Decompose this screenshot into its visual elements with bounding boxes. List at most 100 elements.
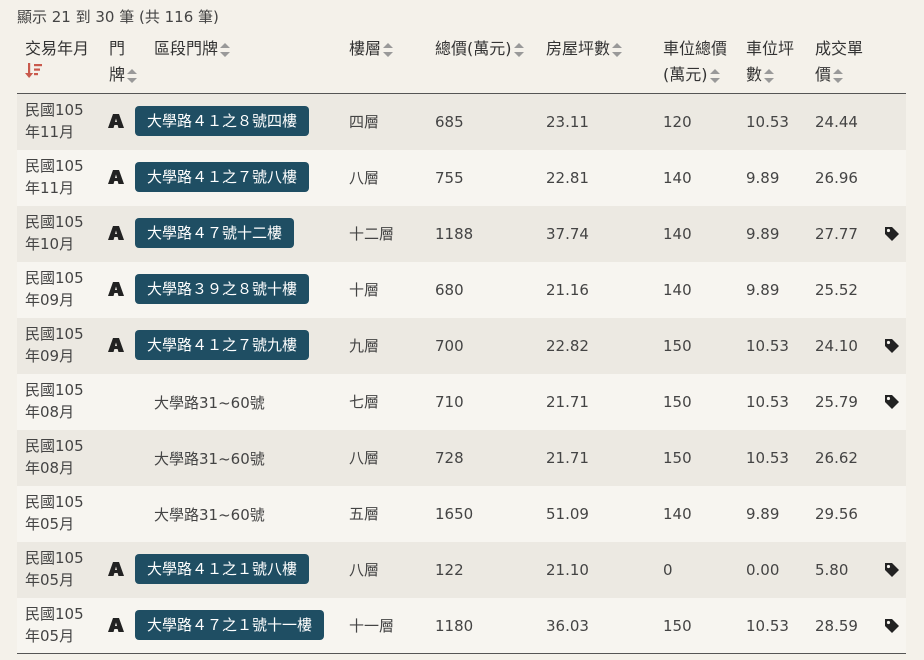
address-badge[interactable]: 大學路４１之７號八樓: [135, 162, 310, 192]
building-icon[interactable]: [108, 562, 124, 576]
area-cell: 21.71: [546, 449, 589, 467]
area-cell: 51.09: [546, 505, 589, 523]
table-row[interactable]: 民國105 年08月 大學路31~60號 七層 710 21.71 150 10.…: [17, 374, 906, 430]
table-row[interactable]: 民國105 年05月 大學路４７之１號十一樓 十一層 1180 36.03 150…: [17, 598, 906, 654]
unit-price-cell: 27.77: [815, 225, 858, 243]
sort-icon[interactable]: [612, 42, 623, 58]
area-cell: 22.81: [546, 169, 589, 187]
parking-area-cell: 9.89: [746, 281, 780, 299]
table-row[interactable]: 民國105 年09月 大學路４１之７號九樓 九層 700 22.82 150 10…: [17, 318, 906, 374]
col-header-area[interactable]: 房屋坪數: [546, 36, 623, 62]
address-badge[interactable]: 大學路４７號十二樓: [135, 218, 295, 248]
area-cell: 22.82: [546, 337, 589, 355]
trade-date: 民國105 年08月: [25, 437, 84, 477]
floor-cell: 七層: [349, 393, 380, 411]
sort-icon[interactable]: [383, 42, 394, 58]
col-header-parking-area[interactable]: 車位坪 數: [746, 36, 794, 88]
address-badge[interactable]: 大學路４７之１號十一樓: [135, 610, 325, 640]
transactions-table: 交易年月 門 牌 區段門牌 樓層 總價(萬元) 房屋坪數 車位總價 (萬元) 車…: [17, 31, 906, 654]
floor-cell: 八層: [349, 561, 380, 579]
address-text: 大學路31~60號: [154, 450, 265, 468]
address-badge[interactable]: 大學路４１之１號八樓: [135, 554, 310, 584]
table-row[interactable]: 民國105 年10月 大學路４７號十二樓 十二層 1188 37.74 140 9…: [17, 206, 906, 262]
trade-date: 民國105 年09月: [25, 325, 84, 365]
building-icon[interactable]: [108, 226, 124, 240]
col-header-total-price[interactable]: 總價(萬元): [435, 36, 524, 62]
address-badge[interactable]: 大學路４１之８號四樓: [135, 106, 310, 136]
table-body: 民國105 年11月 大學路４１之８號四樓 四層 685 23.11 120 10…: [17, 94, 906, 654]
area-cell: 21.71: [546, 393, 589, 411]
unit-price-cell: 26.96: [815, 169, 858, 187]
parking-area-cell: 9.89: [746, 505, 780, 523]
table-row[interactable]: 民國105 年05月 大學路31~60號 五層 1650 51.09 140 9.…: [17, 486, 906, 542]
parking-area-cell: 0.00: [746, 561, 780, 579]
building-icon[interactable]: [108, 282, 124, 296]
floor-cell: 八層: [349, 449, 380, 467]
trade-date: 民國105 年11月: [25, 101, 84, 141]
address-badge[interactable]: 大學路３９之８號十樓: [135, 274, 310, 304]
total-price-cell: 755: [435, 169, 464, 187]
parking-total-cell: 140: [663, 505, 692, 523]
sort-icon[interactable]: [709, 68, 720, 84]
unit-price-cell: 25.79: [815, 393, 858, 411]
trade-date: 民國105 年05月: [25, 605, 84, 645]
total-price-cell: 710: [435, 393, 464, 411]
building-icon[interactable]: [108, 338, 124, 352]
building-icon[interactable]: [108, 618, 124, 632]
parking-area-cell: 10.53: [746, 449, 789, 467]
tag-icon[interactable]: [884, 562, 900, 578]
table-row[interactable]: 民國105 年08月 大學路31~60號 八層 728 21.71 150 10.…: [17, 430, 906, 486]
sort-icon[interactable]: [127, 68, 138, 84]
unit-price-cell: 28.59: [815, 617, 858, 635]
table-row[interactable]: 民國105 年11月 大學路４１之８號四樓 四層 685 23.11 120 10…: [17, 94, 906, 150]
total-price-cell: 728: [435, 449, 464, 467]
floor-cell: 十一層: [349, 617, 395, 635]
trade-date: 民國105 年05月: [25, 493, 84, 533]
parking-area-cell: 9.89: [746, 225, 780, 243]
tag-icon[interactable]: [884, 618, 900, 634]
parking-area-cell: 10.53: [746, 113, 789, 131]
parking-area-cell: 10.53: [746, 393, 789, 411]
floor-cell: 五層: [349, 505, 380, 523]
unit-price-cell: 29.56: [815, 505, 858, 523]
tag-icon[interactable]: [884, 394, 900, 410]
col-header-address[interactable]: 區段門牌: [154, 36, 231, 62]
col-header-date[interactable]: 交易年月: [25, 36, 89, 85]
sort-desc-active-icon[interactable]: [25, 62, 89, 85]
table-row[interactable]: 民國105 年11月 大學路４１之７號八樓 八層 755 22.81 140 9.…: [17, 150, 906, 206]
sort-icon[interactable]: [764, 68, 775, 84]
parking-total-cell: 150: [663, 393, 692, 411]
sort-icon[interactable]: [513, 42, 524, 58]
parking-total-cell: 140: [663, 169, 692, 187]
area-cell: 36.03: [546, 617, 589, 635]
sort-icon[interactable]: [833, 68, 844, 84]
building-icon[interactable]: [108, 170, 124, 184]
building-icon[interactable]: [108, 114, 124, 128]
sort-icon[interactable]: [220, 42, 231, 58]
tag-icon[interactable]: [884, 338, 900, 354]
col-header-unit-price[interactable]: 成交單 價: [815, 36, 863, 88]
tag-icon[interactable]: [884, 226, 900, 242]
parking-total-cell: 150: [663, 617, 692, 635]
trade-date: 民國105 年08月: [25, 381, 84, 421]
parking-area-cell: 10.53: [746, 337, 789, 355]
trade-date: 民國105 年10月: [25, 213, 84, 253]
floor-cell: 九層: [349, 337, 380, 355]
address-badge[interactable]: 大學路４１之７號九樓: [135, 330, 310, 360]
floor-cell: 十層: [349, 281, 380, 299]
total-price-cell: 1650: [435, 505, 474, 523]
col-header-parking-total[interactable]: 車位總價 (萬元): [663, 36, 727, 88]
col-header-floor[interactable]: 樓層: [349, 36, 394, 62]
parking-total-cell: 140: [663, 281, 692, 299]
unit-price-cell: 24.44: [815, 113, 858, 131]
table-bottom-border: [17, 653, 906, 654]
table-row[interactable]: 民國105 年09月 大學路３９之８號十樓 十層 680 21.16 140 9.…: [17, 262, 906, 318]
unit-price-cell: 26.62: [815, 449, 858, 467]
table-row[interactable]: 民國105 年05月 大學路４１之１號八樓 八層 122 21.10 0 0.00…: [17, 542, 906, 598]
parking-total-cell: 150: [663, 337, 692, 355]
parking-total-cell: 140: [663, 225, 692, 243]
area-cell: 37.74: [546, 225, 589, 243]
table-header: 交易年月 門 牌 區段門牌 樓層 總價(萬元) 房屋坪數 車位總價 (萬元) 車…: [17, 31, 906, 94]
area-cell: 23.11: [546, 113, 589, 131]
col-header-door[interactable]: 門 牌: [109, 36, 138, 88]
